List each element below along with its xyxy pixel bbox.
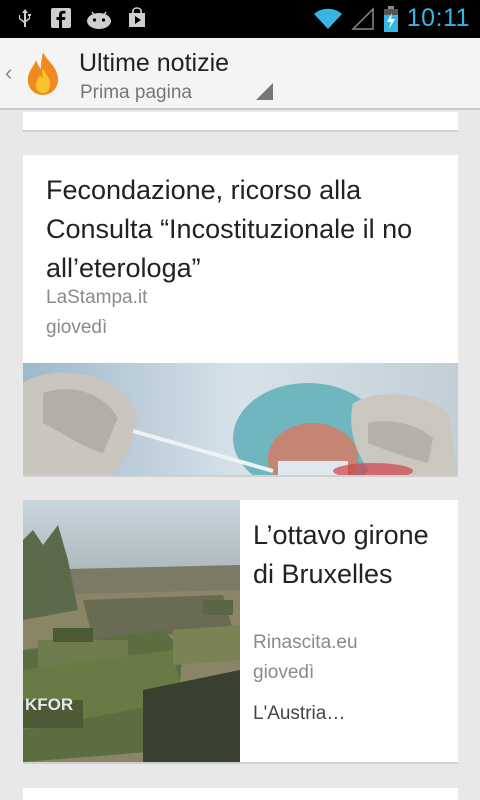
up-navigation-caret-icon[interactable]: ‹ <box>5 60 12 86</box>
next-article-card[interactable] <box>23 788 458 800</box>
play-store-icon <box>129 7 145 27</box>
status-bar: 10:11 <box>0 0 480 38</box>
notification-icons <box>14 7 148 29</box>
system-icons: 10:11 <box>313 4 470 33</box>
article-source: Rinascita.eu <box>253 632 358 653</box>
article-headline[interactable]: L’ottavo girone di Bruxelles <box>253 516 448 594</box>
clock: 10:11 <box>406 4 470 32</box>
article-image[interactable]: KFOR <box>23 500 240 762</box>
news-feed[interactable]: Fecondazione, ricorso alla Consulta “Inc… <box>0 112 480 800</box>
action-bar: ‹ Ultime notizie Prima pagina <box>0 38 480 110</box>
usb-icon <box>19 9 31 27</box>
article-headline[interactable]: Fecondazione, ricorso alla Consulta “Inc… <box>46 171 438 288</box>
article-snippet: L'Austria… <box>253 703 346 724</box>
previous-article-card[interactable] <box>23 112 458 132</box>
android-icon <box>87 11 111 29</box>
section-spinner-label[interactable]: Prima pagina <box>80 82 192 104</box>
article-source: LaStampa.it <box>46 287 148 308</box>
article-image[interactable] <box>23 363 458 475</box>
wifi-icon <box>313 8 342 29</box>
article-card[interactable]: KFOR L’ottavo girone di Bruxelles Rinasc… <box>23 500 458 764</box>
facebook-icon <box>51 8 71 29</box>
svg-text:KFOR: KFOR <box>25 695 73 714</box>
page-title: Ultime notizie <box>79 49 230 77</box>
spinner-dropdown-icon[interactable] <box>256 83 273 100</box>
article-card[interactable]: Fecondazione, ricorso alla Consulta “Inc… <box>23 155 458 477</box>
article-date: giovedì <box>46 317 108 338</box>
flame-icon[interactable] <box>23 50 63 96</box>
signal-icon <box>350 6 374 30</box>
article-date: giovedì <box>253 662 315 683</box>
battery-charging-icon <box>383 5 398 32</box>
